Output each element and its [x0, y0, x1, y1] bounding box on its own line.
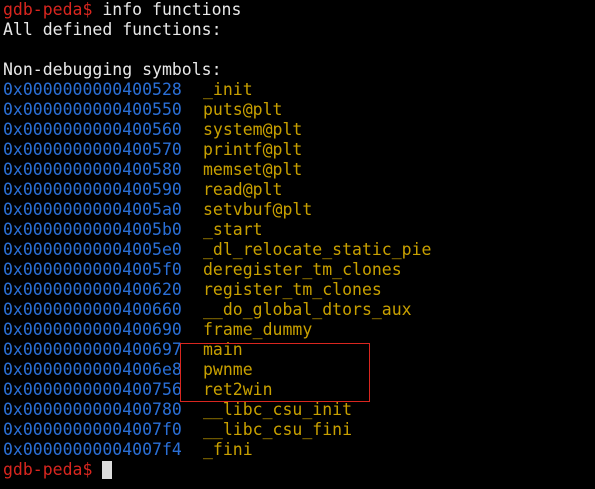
highlight-annotation-box: [180, 343, 370, 402]
terminal-output: gdb-peda$ info functions All defined fun…: [3, 0, 593, 480]
function-row: 0x0000000000400550 puts@plt: [3, 100, 593, 120]
command-text: info functions: [102, 0, 242, 19]
function-address: 0x0000000000400560: [3, 120, 182, 139]
function-name: _init: [203, 80, 253, 99]
function-address: 0x0000000000400697: [3, 340, 182, 359]
function-name: __libc_csu_fini: [203, 420, 353, 439]
function-address: 0x0000000000400590: [3, 180, 182, 199]
prompt: gdb-peda$: [3, 0, 93, 19]
function-name: system@plt: [203, 120, 303, 139]
function-address: 0x00000000004005e0: [3, 240, 182, 259]
function-name: __libc_csu_init: [203, 400, 353, 419]
function-name: frame_dummy: [203, 320, 313, 339]
function-address: 0x00000000004005b0: [3, 220, 182, 239]
functions-header: All defined functions:: [3, 20, 222, 39]
function-row: 0x00000000004005a0 setvbuf@plt: [3, 200, 593, 220]
function-address: 0x00000000004006e8: [3, 360, 182, 379]
function-name: printf@plt: [203, 140, 303, 159]
function-name: _dl_relocate_static_pie: [203, 240, 432, 259]
function-name: register_tm_clones: [203, 280, 382, 299]
function-name: deregister_tm_clones: [203, 260, 402, 279]
function-row: 0x0000000000400570 printf@plt: [3, 140, 593, 160]
function-address: 0x0000000000400528: [3, 80, 182, 99]
function-address: 0x0000000000400690: [3, 320, 182, 339]
function-row: 0x00000000004005f0 deregister_tm_clones: [3, 260, 593, 280]
function-name: _start: [203, 220, 263, 239]
function-name: memset@plt: [203, 160, 303, 179]
function-list: 0x0000000000400528 _init 0x00000000004005…: [3, 80, 593, 460]
function-address: 0x0000000000400780: [3, 400, 182, 419]
text-cursor: [102, 461, 113, 479]
section-title: Non-debugging symbols:: [3, 60, 222, 79]
function-row: 0x0000000000400560 system@plt: [3, 120, 593, 140]
function-row: 0x0000000000400590 read@plt: [3, 180, 593, 200]
function-row: 0x00000000004007f0 __libc_csu_fini: [3, 420, 593, 440]
function-name: puts@plt: [203, 100, 283, 119]
function-row: 0x0000000000400528 _init: [3, 80, 593, 100]
function-address: 0x00000000004005f0: [3, 260, 182, 279]
function-address: 0x00000000004007f4: [3, 440, 182, 459]
function-name: __do_global_dtors_aux: [203, 300, 412, 319]
function-name: read@plt: [203, 180, 283, 199]
function-address: 0x0000000000400550: [3, 100, 182, 119]
final-prompt: gdb-peda$: [3, 460, 93, 479]
function-row: 0x0000000000400580 memset@plt: [3, 160, 593, 180]
function-row: 0x00000000004005b0 _start: [3, 220, 593, 240]
function-row: 0x0000000000400620 register_tm_clones: [3, 280, 593, 300]
function-name: _fini: [203, 440, 253, 459]
function-address: 0x0000000000400756: [3, 380, 182, 399]
function-row: 0x0000000000400660 __do_global_dtors_aux: [3, 300, 593, 320]
function-row: 0x00000000004007f4 _fini: [3, 440, 593, 460]
function-address: 0x0000000000400580: [3, 160, 182, 179]
command-line: gdb-peda$ info functions: [3, 0, 593, 20]
function-address: 0x0000000000400620: [3, 280, 182, 299]
function-name: setvbuf@plt: [203, 200, 313, 219]
input-line[interactable]: gdb-peda$: [3, 460, 593, 480]
function-row: 0x00000000004005e0 _dl_relocate_static_pi…: [3, 240, 593, 260]
function-row: 0x0000000000400780 __libc_csu_init: [3, 400, 593, 420]
function-address: 0x00000000004005a0: [3, 200, 182, 219]
function-address: 0x0000000000400570: [3, 140, 182, 159]
function-row: 0x0000000000400690 frame_dummy: [3, 320, 593, 340]
function-address: 0x00000000004007f0: [3, 420, 182, 439]
function-address: 0x0000000000400660: [3, 300, 182, 319]
